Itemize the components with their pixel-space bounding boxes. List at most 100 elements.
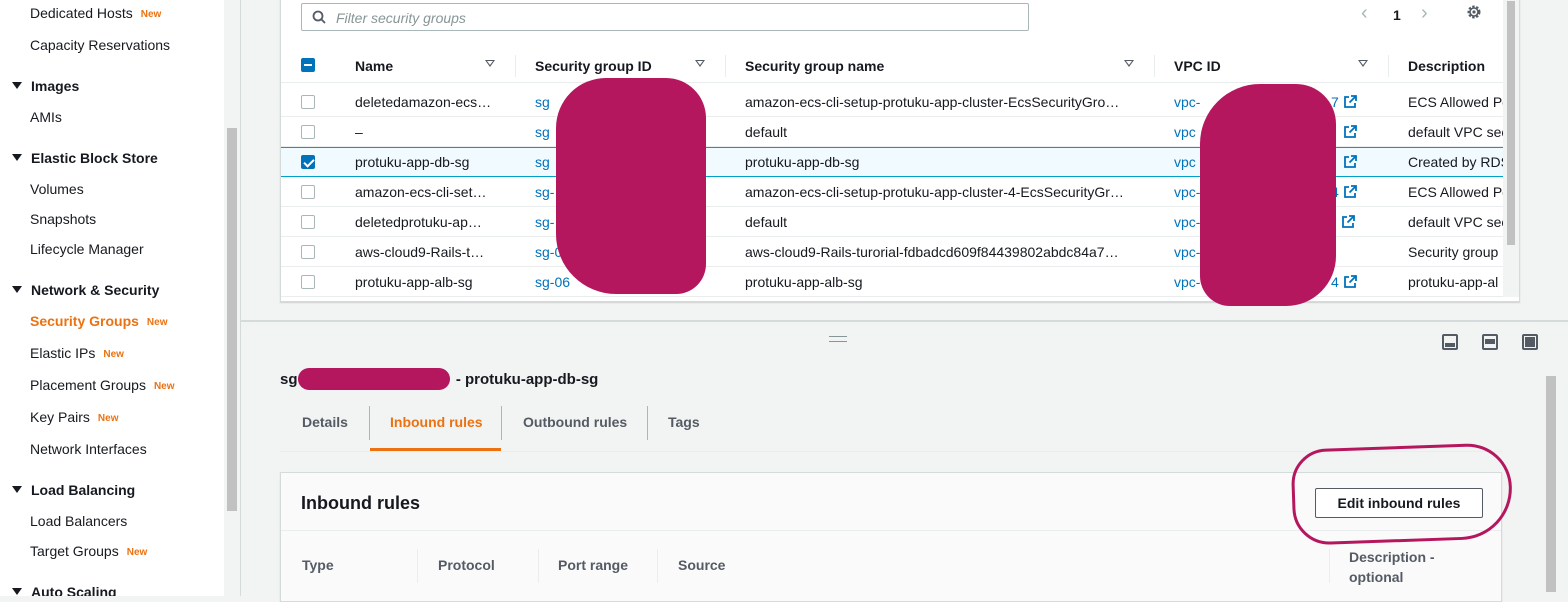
cell-sg-name: protuku-app-db-sg — [745, 154, 860, 170]
row-checkbox[interactable] — [301, 275, 315, 289]
chevron-right-icon[interactable]: › — [1421, 3, 1428, 23]
column-header-port-range[interactable]: Port range — [558, 557, 628, 573]
sort-icon[interactable] — [695, 60, 705, 67]
column-header-protocol[interactable]: Protocol — [438, 557, 495, 573]
pane-split-icon[interactable] — [1482, 334, 1498, 350]
cell-description: ECS Allowed Po — [1408, 94, 1510, 110]
cell-description: ECS Allowed Po — [1408, 184, 1510, 200]
sidebar-item-amis[interactable]: AMIs — [30, 109, 62, 125]
caret-down-icon — [12, 486, 22, 493]
sg-name-suffix: - protuku-app-db-sg — [455, 371, 599, 388]
cell-name: – — [355, 124, 363, 140]
external-link-icon[interactable] — [1341, 215, 1355, 229]
sidebar-item-network-interfaces[interactable]: Network Interfaces — [30, 441, 147, 457]
external-link-icon[interactable] — [1343, 275, 1357, 289]
column-header-sg-id[interactable]: Security group ID — [535, 58, 652, 74]
external-link-icon[interactable] — [1343, 95, 1357, 109]
row-checkbox[interactable] — [301, 95, 315, 109]
column-header-source[interactable]: Source — [678, 557, 725, 573]
cell-vpc-id[interactable]: vpc- — [1174, 94, 1200, 110]
external-link-icon[interactable] — [1343, 155, 1357, 169]
sidebar-item-volumes[interactable]: Volumes — [30, 181, 84, 197]
cell-sg-id[interactable]: sg — [535, 94, 550, 110]
search-icon — [312, 10, 326, 24]
sidebar-scrollbar-thumb[interactable] — [227, 128, 237, 511]
sidebar-item-lifecycle-manager[interactable]: Lifecycle Manager — [30, 241, 144, 257]
sidebar-item-label: Lifecycle Manager — [30, 241, 144, 257]
row-checkbox-checked[interactable] — [301, 155, 315, 169]
sort-icon[interactable] — [485, 60, 495, 67]
sort-icon[interactable] — [1358, 60, 1368, 67]
cell-description: protuku-app-al — [1408, 274, 1499, 290]
table-row[interactable]: protuku-app-alb-sg sg-06 protuku-app-alb… — [281, 267, 1519, 297]
sidebar-item-key-pairs[interactable]: Key Pairs New — [30, 409, 118, 425]
external-link-icon[interactable] — [1343, 125, 1357, 139]
cell-description: Security group — [1408, 244, 1499, 260]
sidebar-item-dedicated-hosts[interactable]: Dedicated Hosts New — [30, 5, 161, 21]
column-header-vpc-id[interactable]: VPC ID — [1174, 58, 1221, 74]
column-header-type[interactable]: Type — [302, 557, 334, 573]
sidebar-item-capacity-reservations[interactable]: Capacity Reservations — [30, 37, 170, 53]
cell-vpc-id[interactable]: vpc — [1174, 124, 1196, 140]
column-divider — [538, 549, 539, 583]
sidebar-item-load-balancers[interactable]: Load Balancers — [30, 513, 127, 529]
cell-vpc-id[interactable]: vpc- — [1174, 244, 1200, 260]
sidebar-section-elastic-block-store[interactable]: Elastic Block Store — [12, 150, 158, 166]
cell-description: Created by RDS — [1408, 154, 1510, 170]
cell-sg-id[interactable]: sg — [535, 124, 550, 140]
row-checkbox[interactable] — [301, 125, 315, 139]
gear-icon[interactable] — [1465, 3, 1483, 21]
sidebar-section-auto-scaling[interactable]: Auto Scaling — [12, 584, 117, 596]
caret-down-icon — [12, 588, 22, 595]
tab-outbound-rules[interactable]: Outbound rules — [523, 414, 627, 430]
column-header-sg-name[interactable]: Security group name — [745, 58, 884, 74]
new-badge: New — [97, 413, 119, 424]
sidebar-item-security-groups[interactable]: Security Groups New — [30, 313, 167, 329]
detail-scrollbar-thumb[interactable] — [1546, 376, 1556, 592]
sidebar-item-placement-groups[interactable]: Placement Groups New — [30, 377, 175, 393]
split-pane-divider[interactable] — [241, 320, 1568, 322]
sidebar-item-elastic-ips[interactable]: Elastic IPs New — [30, 345, 124, 361]
column-header-description[interactable]: Description - optional — [1349, 547, 1459, 587]
cell-sg-id[interactable]: sg- — [535, 184, 554, 200]
sidebar-item-label: Volumes — [30, 181, 84, 197]
row-checkbox[interactable] — [301, 185, 315, 199]
cell-description: default VPC sec — [1408, 124, 1509, 140]
row-checkbox[interactable] — [301, 245, 315, 259]
table-scrollbar-thumb[interactable] — [1507, 1, 1515, 245]
column-divider — [417, 549, 418, 583]
external-link-icon[interactable] — [1343, 185, 1357, 199]
cell-sg-id[interactable]: sg-06 — [535, 274, 570, 290]
page-number[interactable]: 1 — [1393, 7, 1401, 23]
tab-details[interactable]: Details — [302, 414, 348, 430]
cell-vpc-id-tail[interactable]: 4 — [1331, 274, 1339, 290]
column-header-description[interactable]: Description — [1408, 58, 1485, 74]
tab-tags[interactable]: Tags — [668, 414, 700, 430]
sort-icon[interactable] — [1124, 60, 1134, 67]
caret-down-icon — [12, 82, 22, 89]
sidebar-item-label: Load Balancers — [30, 513, 128, 529]
select-all-checkbox[interactable] — [301, 58, 315, 72]
sidebar-item-label: Key Pairs — [30, 409, 90, 425]
sidebar-section-label: Elastic Block Store — [31, 150, 158, 166]
pane-full-icon[interactable] — [1522, 334, 1538, 350]
sidebar-item-label: AMIs — [30, 109, 62, 125]
sidebar-section-images[interactable]: Images — [12, 78, 79, 94]
cell-sg-id[interactable]: sg- — [535, 214, 554, 230]
row-checkbox[interactable] — [301, 215, 315, 229]
tab-inbound-rules[interactable]: Inbound rules — [390, 414, 483, 430]
column-header-name[interactable]: Name — [355, 58, 393, 74]
sidebar-section-network-security[interactable]: Network & Security — [12, 282, 159, 298]
chevron-left-icon[interactable]: ‹ — [1361, 3, 1368, 23]
cell-vpc-id[interactable]: vpc- — [1174, 184, 1200, 200]
sidebar-section-load-balancing[interactable]: Load Balancing — [12, 482, 135, 498]
cell-vpc-id[interactable]: vpc- — [1174, 274, 1200, 290]
resize-handle[interactable] — [829, 336, 847, 342]
sidebar-item-snapshots[interactable]: Snapshots — [30, 211, 96, 227]
filter-input[interactable]: Filter security groups — [301, 3, 1029, 31]
sidebar-item-label: Snapshots — [30, 211, 97, 227]
cell-sg-id[interactable]: sg — [535, 154, 550, 170]
sidebar-item-target-groups[interactable]: Target Groups New — [30, 543, 147, 559]
cell-vpc-id[interactable]: vpc — [1174, 154, 1196, 170]
pane-bottom-icon[interactable] — [1442, 334, 1458, 350]
